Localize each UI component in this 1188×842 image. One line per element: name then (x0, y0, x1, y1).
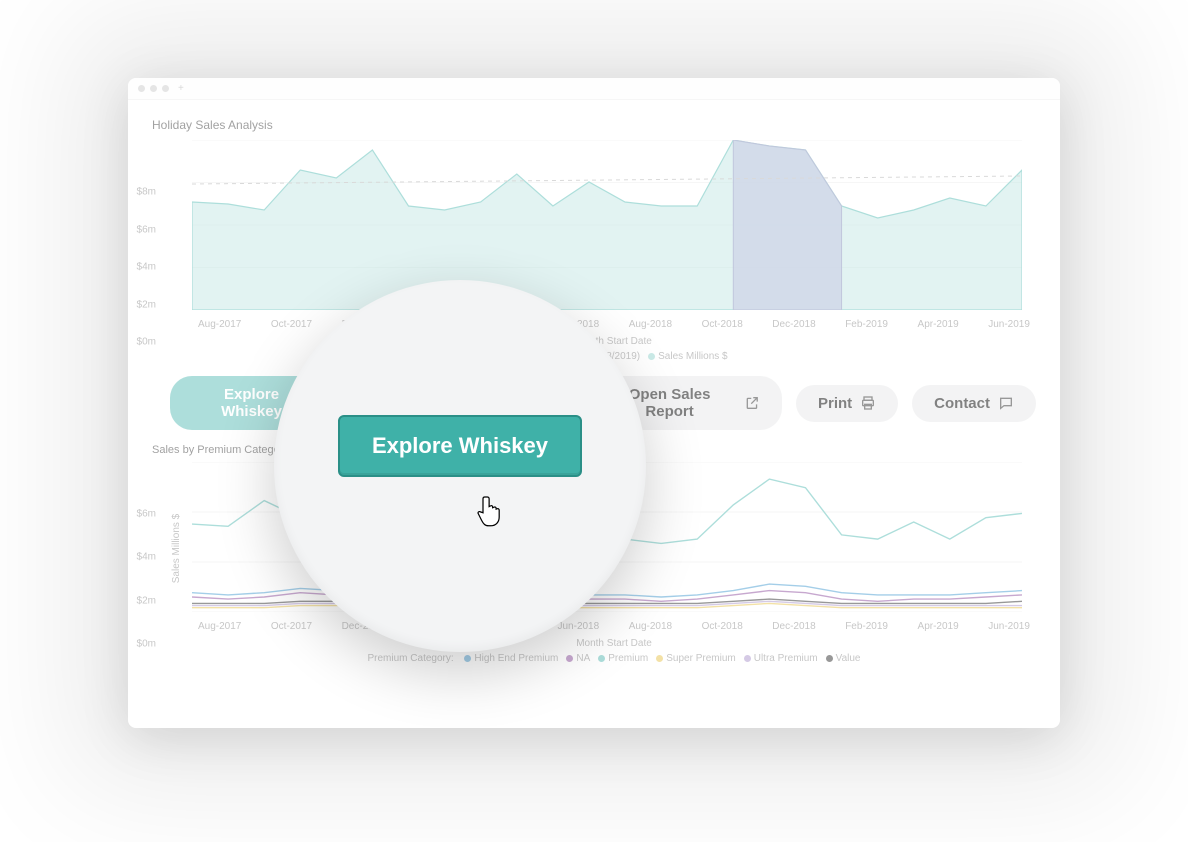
print-label: Print (818, 395, 852, 412)
window-dot-close[interactable] (138, 85, 145, 92)
window-dot-max[interactable] (162, 85, 169, 92)
comment-icon (998, 395, 1014, 411)
external-link-icon (744, 395, 760, 411)
explore-whiskey-button-magnified[interactable]: Explore Whiskey (338, 415, 582, 477)
window-titlebar: + (128, 78, 1060, 100)
explore-whiskey-label-magnified: Explore Whiskey (372, 433, 548, 458)
chart1-plot (192, 140, 1022, 310)
chart1-x-ticks: Aug-2017Oct-2017Dec-2017Feb-2018Apr-2018… (192, 319, 1036, 330)
chart2-y-label: Sales Millions $ (171, 514, 182, 583)
chart-holiday-sales: $0m$2m$4m$6m$8m Aug-2017Oct-2017Dec-2017… (192, 140, 1036, 362)
page-title: Holiday Sales Analysis (152, 118, 1036, 132)
printer-icon (860, 395, 876, 411)
chart2-x-ticks: Aug-2017Oct-2017Dec-2017Feb-2018Apr-2018… (192, 621, 1036, 632)
chart2-legend: Premium Category: High End PremiumNAPrem… (192, 653, 1036, 664)
contact-button[interactable]: Contact (912, 385, 1036, 422)
window-new-tab[interactable]: + (178, 83, 184, 94)
pointer-cursor-icon (476, 495, 504, 527)
window-dot-min[interactable] (150, 85, 157, 92)
print-button[interactable]: Print (796, 385, 898, 422)
chart2-x-label: Month Start Date (192, 638, 1036, 649)
magnifier-lens: Explore Whiskey (274, 280, 646, 652)
contact-label: Contact (934, 395, 990, 412)
